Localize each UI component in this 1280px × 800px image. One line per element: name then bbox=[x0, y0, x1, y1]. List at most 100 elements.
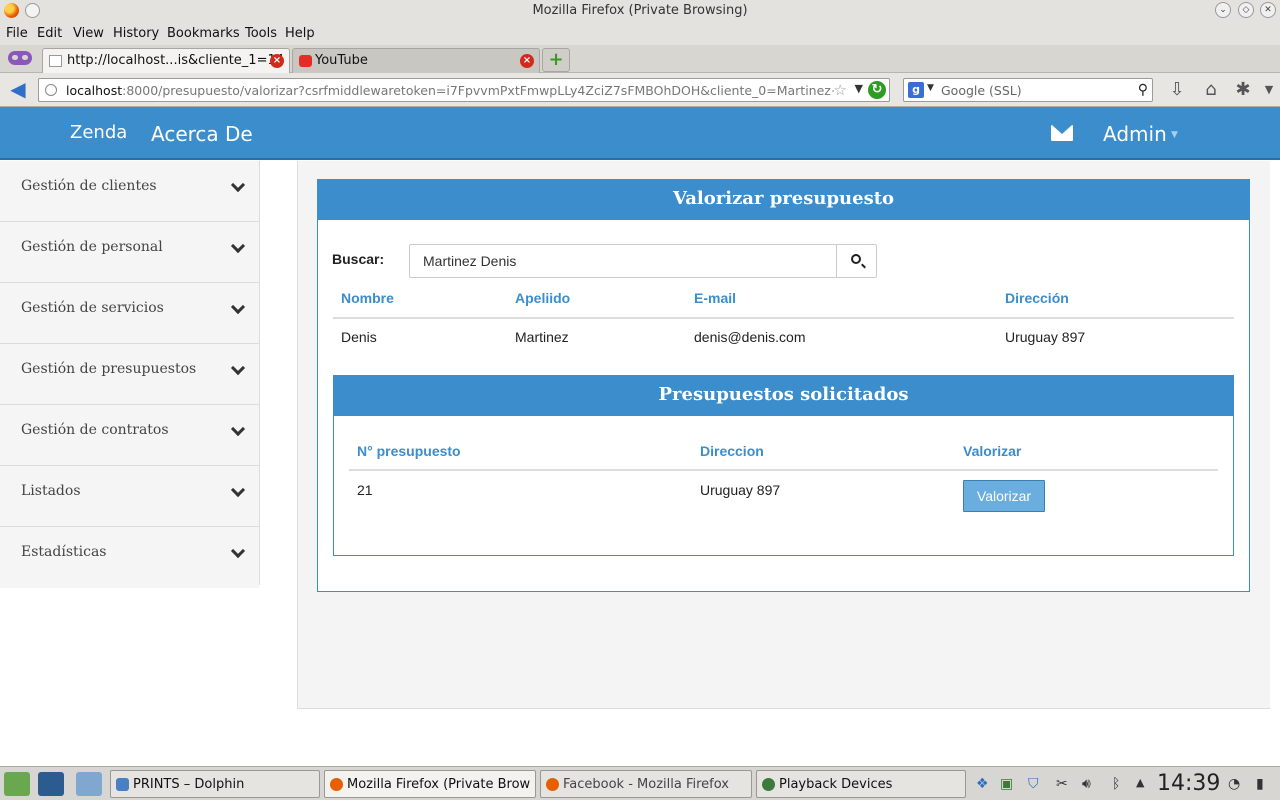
close-window-icon[interactable]: ✕ bbox=[1260, 2, 1276, 18]
google-icon[interactable]: g bbox=[908, 82, 924, 98]
search-engine-box[interactable]: g ▼ Google (SSL) ⚲ bbox=[903, 78, 1153, 102]
binoculars-icon[interactable]: ⚲ bbox=[1138, 82, 1148, 98]
menu-bookmarks[interactable]: Bookmarks bbox=[167, 26, 240, 41]
mint-menu-icon[interactable] bbox=[4, 772, 30, 796]
column-header-valorizar[interactable]: Valorizar bbox=[963, 443, 1021, 459]
search-input[interactable] bbox=[409, 244, 837, 278]
new-tab-button[interactable]: + bbox=[542, 48, 570, 72]
search-button[interactable] bbox=[836, 244, 877, 278]
sidebar-item-personal[interactable]: Gestión de personal bbox=[0, 222, 259, 283]
sidebar-item-presupuestos[interactable]: Gestión de presupuestos bbox=[0, 344, 259, 405]
menu-history[interactable]: History bbox=[113, 26, 159, 41]
show-desktop-icon[interactable] bbox=[38, 772, 64, 796]
about-link[interactable]: Acerca De bbox=[151, 122, 253, 146]
youtube-icon bbox=[299, 55, 312, 67]
panel-header: Valorizar presupuesto bbox=[318, 180, 1249, 220]
column-header-numero[interactable]: N° presupuesto bbox=[357, 443, 461, 459]
close-tab-icon[interactable]: × bbox=[270, 54, 284, 68]
menu-bar: File Edit View History Bookmarks Tools H… bbox=[0, 22, 1280, 45]
taskbar-item-dolphin[interactable]: PRINTS – Dolphin bbox=[110, 770, 320, 798]
menu-tools[interactable]: Tools bbox=[245, 26, 277, 41]
tab-label: YouTube bbox=[315, 53, 368, 68]
admin-menu[interactable]: Admin bbox=[1103, 122, 1167, 146]
column-header-apellido[interactable]: Apeliido bbox=[515, 290, 570, 306]
sidebar-item-listados[interactable]: Listados bbox=[0, 466, 259, 527]
private-browsing-mask-icon bbox=[8, 51, 32, 65]
dropbox-icon[interactable]: ❖ bbox=[976, 776, 989, 792]
search-engine-placeholder: Google (SSL) bbox=[941, 83, 1022, 98]
back-arrow-icon[interactable]: ◀ bbox=[6, 79, 30, 101]
sidebar-item-label: Gestión de personal bbox=[21, 239, 163, 255]
url-path: :8000/presupuesto/valorizar?csrfmiddlewa… bbox=[122, 83, 834, 98]
subpanel-title: Presupuestos solicitados bbox=[658, 384, 909, 405]
url-text[interactable]: localhost:8000/presupuesto/valorizar?csr… bbox=[66, 83, 834, 98]
sidebar-item-label: Gestión de servicios bbox=[21, 300, 164, 316]
url-host: localhost bbox=[66, 83, 123, 98]
tab-youtube[interactable]: YouTube × bbox=[292, 48, 540, 73]
chevron-down-icon bbox=[230, 360, 246, 376]
sidebar-item-servicios[interactable]: Gestión de servicios bbox=[0, 283, 259, 344]
column-header-email[interactable]: E-mail bbox=[694, 290, 736, 306]
wifi-icon[interactable]: ◔ bbox=[1228, 776, 1240, 792]
close-tab-icon[interactable]: × bbox=[520, 54, 534, 68]
column-header-direccion[interactable]: Dirección bbox=[1005, 290, 1069, 306]
extension-icon[interactable]: ✱ bbox=[1232, 79, 1254, 101]
menu-help[interactable]: Help bbox=[285, 26, 315, 41]
sidebar-item-clientes[interactable]: Gestión de clientes bbox=[0, 161, 259, 222]
cell-apellido: Martinez bbox=[515, 329, 569, 345]
taskbar-item-firefox-private[interactable]: Mozilla Firefox (Private Browsi bbox=[324, 770, 536, 798]
menu-file[interactable]: File bbox=[6, 26, 28, 41]
sidebar-item-label: Estadísticas bbox=[21, 544, 107, 560]
clock[interactable]: 14:39 bbox=[1157, 771, 1220, 796]
bookmark-star-icon[interactable]: ☆ bbox=[834, 81, 847, 99]
column-header-nombre[interactable]: Nombre bbox=[341, 290, 394, 306]
chevron-down-icon[interactable]: ▼ bbox=[1258, 79, 1280, 101]
window-titlebar: Mozilla Firefox (Private Browsing) ⌄ ◇ ✕ bbox=[0, 0, 1280, 22]
chevron-down-icon[interactable]: ▼ bbox=[855, 82, 863, 95]
tray-expand-icon[interactable]: ▲ bbox=[1136, 776, 1144, 789]
maximize-icon[interactable]: ◇ bbox=[1238, 2, 1254, 18]
battery-icon[interactable]: ▮ bbox=[1256, 776, 1264, 792]
url-bar[interactable]: localhost:8000/presupuesto/valorizar?csr… bbox=[38, 78, 890, 102]
taskbar-label: Playback Devices bbox=[779, 777, 893, 792]
reload-icon[interactable]: ↻ bbox=[868, 81, 886, 99]
brand-link[interactable]: Zenda bbox=[70, 122, 127, 143]
search-label: Buscar: bbox=[332, 251, 385, 267]
cell-email: denis@denis.com bbox=[694, 329, 806, 345]
mail-icon[interactable] bbox=[1051, 125, 1073, 141]
home-icon[interactable]: ⌂ bbox=[1200, 79, 1222, 101]
tab-label: http://localhost...is&cliente_1=14 bbox=[67, 53, 285, 68]
clipboard-icon[interactable]: ✂ bbox=[1056, 776, 1068, 792]
file-manager-icon[interactable] bbox=[76, 772, 102, 796]
menu-edit[interactable]: Edit bbox=[37, 26, 62, 41]
column-header-direccion[interactable]: Direccion bbox=[700, 443, 764, 459]
sidebar-item-label: Gestión de presupuestos bbox=[21, 361, 197, 377]
firefox-icon bbox=[330, 778, 343, 791]
update-icon[interactable]: ▣ bbox=[1000, 776, 1013, 792]
minimize-icon[interactable]: ⌄ bbox=[1215, 2, 1231, 18]
shield-icon[interactable]: ⛉ bbox=[1028, 776, 1039, 792]
volume-icon[interactable]: 🔊︎ bbox=[1082, 776, 1091, 792]
firefox-icon bbox=[546, 778, 559, 791]
bluetooth-icon[interactable]: ᛒ bbox=[1112, 776, 1120, 792]
chevron-down-icon bbox=[230, 238, 246, 254]
table-divider bbox=[333, 317, 1234, 319]
chevron-down-icon bbox=[230, 421, 246, 437]
sidebar-item-estadisticas[interactable]: Estadísticas bbox=[0, 527, 259, 588]
taskbar-item-playback[interactable]: Playback Devices bbox=[756, 770, 966, 798]
chevron-down-icon[interactable]: ▼ bbox=[927, 83, 934, 93]
sidebar-item-contratos[interactable]: Gestión de contratos bbox=[0, 405, 259, 466]
download-icon[interactable]: ⇩ bbox=[1166, 79, 1188, 101]
taskbar-label: Facebook - Mozilla Firefox bbox=[563, 777, 729, 792]
caret-down-icon[interactable]: ▼ bbox=[1171, 130, 1178, 140]
chevron-down-icon bbox=[230, 543, 246, 559]
cell-direccion: Uruguay 897 bbox=[1005, 329, 1086, 345]
valorizar-button[interactable]: Valorizar bbox=[963, 480, 1045, 512]
tab-localhost[interactable]: http://localhost...is&cliente_1=14 × bbox=[42, 48, 290, 73]
taskbar-item-facebook[interactable]: Facebook - Mozilla Firefox bbox=[540, 770, 752, 798]
taskbar-label: Mozilla Firefox (Private Browsi bbox=[347, 777, 530, 792]
dolphin-icon bbox=[116, 778, 129, 791]
sidebar-item-label: Listados bbox=[21, 483, 81, 499]
audio-devices-icon bbox=[762, 778, 775, 791]
menu-view[interactable]: View bbox=[73, 26, 104, 41]
